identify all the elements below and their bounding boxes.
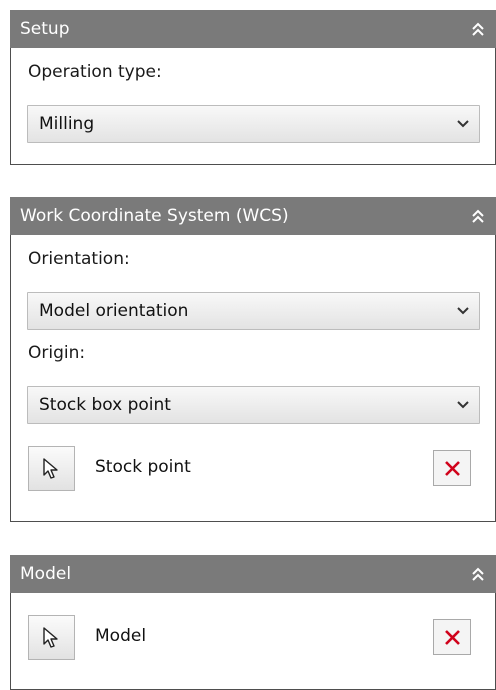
chevron-down-icon bbox=[457, 401, 469, 409]
model-panel-body: Model bbox=[10, 593, 496, 690]
setup-panel: Setup Operation type: Milling bbox=[10, 10, 496, 165]
origin-dropdown[interactable]: Stock box point bbox=[27, 386, 480, 424]
stock-point-select-button[interactable] bbox=[28, 446, 75, 491]
origin-value: Stock box point bbox=[39, 395, 171, 415]
orientation-value: Model orientation bbox=[39, 301, 189, 321]
setup-panel-body: Operation type: Milling bbox=[10, 48, 496, 165]
chevron-down-icon bbox=[457, 120, 469, 128]
origin-label: Origin: bbox=[28, 343, 86, 363]
wcs-panel: Work Coordinate System (WCS) Orientation… bbox=[10, 197, 496, 522]
chevron-down-icon bbox=[457, 307, 469, 315]
setup-panel-header[interactable]: Setup bbox=[10, 10, 496, 48]
model-panel-title: Model bbox=[20, 564, 72, 584]
stock-point-clear-button[interactable] bbox=[433, 450, 471, 486]
orientation-dropdown[interactable]: Model orientation bbox=[27, 292, 480, 330]
model-panel: Model Model bbox=[10, 555, 496, 690]
collapse-icon[interactable] bbox=[470, 21, 486, 37]
wcs-panel-body: Orientation: Model orientation Origin: S… bbox=[10, 235, 496, 522]
model-select-button[interactable] bbox=[28, 615, 75, 660]
wcs-panel-title: Work Coordinate System (WCS) bbox=[20, 206, 289, 226]
collapse-icon[interactable] bbox=[470, 566, 486, 582]
cursor-arrow-icon bbox=[43, 458, 58, 479]
model-panel-header[interactable]: Model bbox=[10, 555, 496, 593]
stock-point-label: Stock point bbox=[95, 457, 191, 477]
collapse-icon[interactable] bbox=[470, 208, 486, 224]
model-label: Model bbox=[95, 626, 147, 646]
red-x-icon bbox=[445, 461, 460, 476]
operation-type-label: Operation type: bbox=[28, 62, 162, 82]
operation-type-value: Milling bbox=[39, 114, 95, 134]
cursor-arrow-icon bbox=[43, 627, 58, 648]
red-x-icon bbox=[445, 630, 460, 645]
orientation-label: Orientation: bbox=[28, 249, 130, 269]
setup-panel-title: Setup bbox=[20, 19, 70, 39]
model-clear-button[interactable] bbox=[433, 619, 471, 655]
operation-type-dropdown[interactable]: Milling bbox=[27, 105, 480, 143]
wcs-panel-header[interactable]: Work Coordinate System (WCS) bbox=[10, 197, 496, 235]
